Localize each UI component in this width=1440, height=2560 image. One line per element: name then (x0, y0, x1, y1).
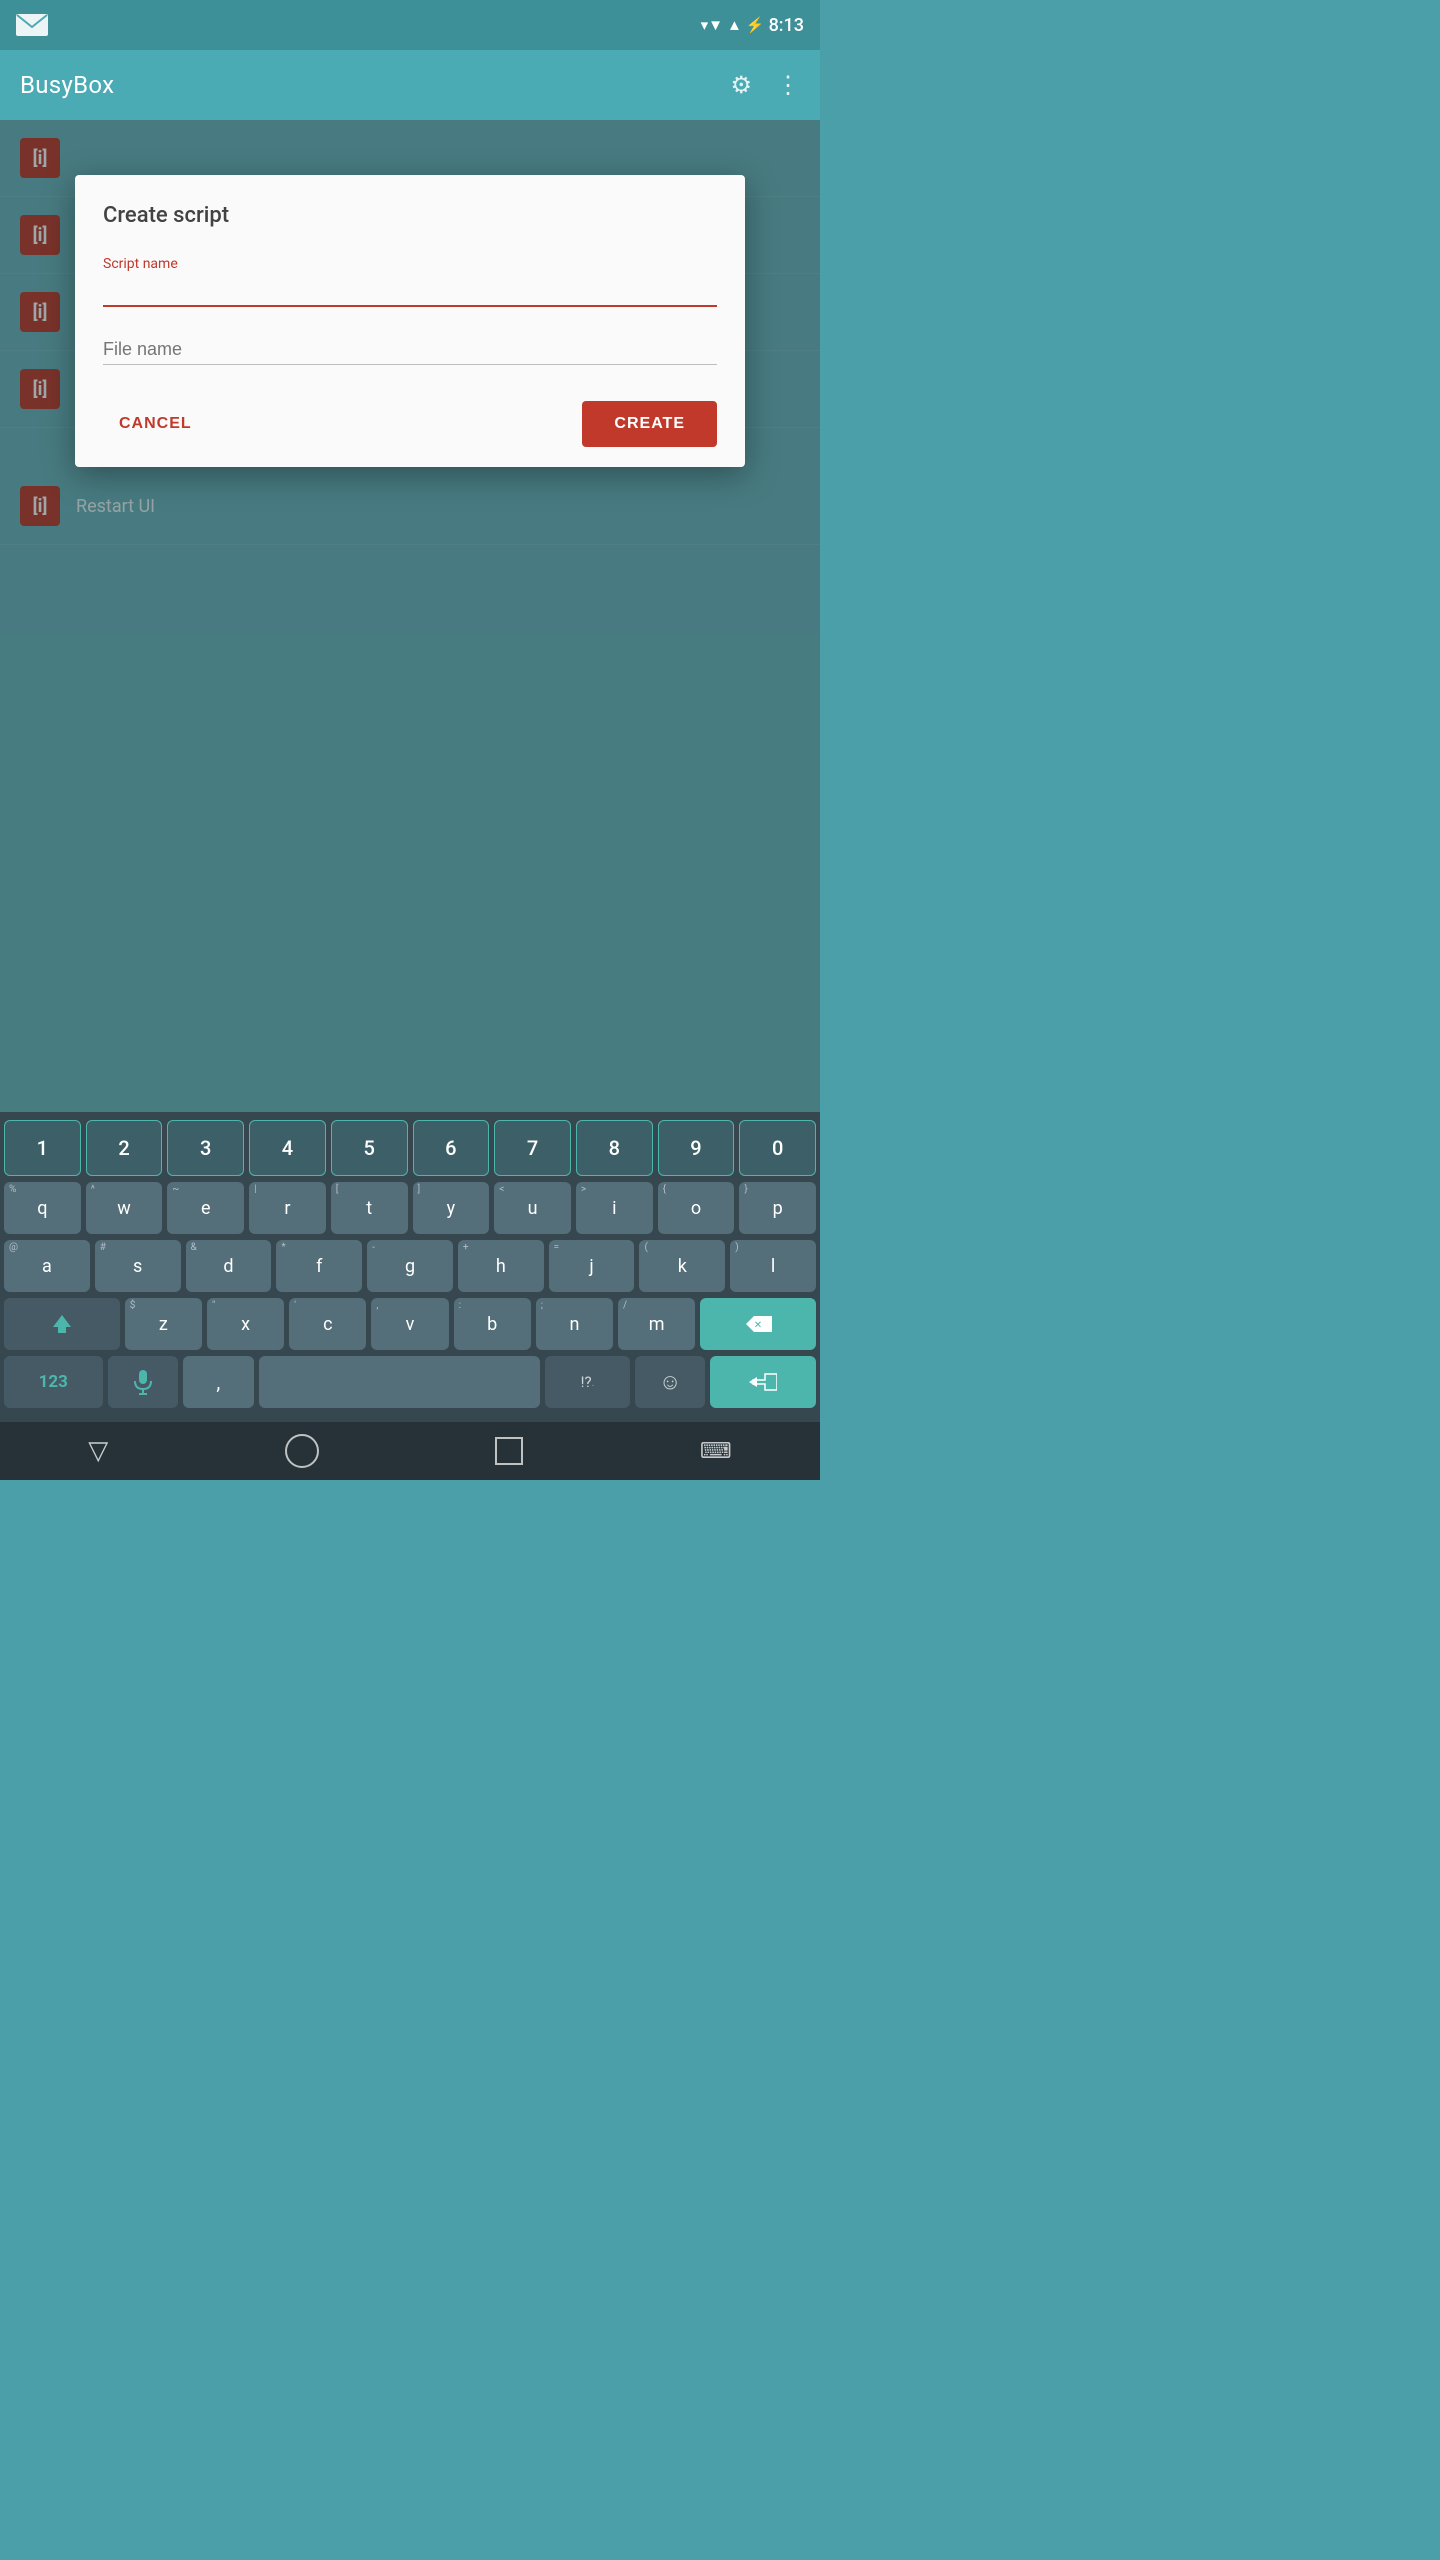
key-g[interactable]: -g (367, 1240, 453, 1292)
key-w[interactable]: ^w (86, 1182, 163, 1234)
keyboard-row-2: @a #s &d *f -g +h =j (k )l (4, 1240, 816, 1292)
recents-button[interactable] (495, 1437, 523, 1465)
key-o[interactable]: {o (658, 1182, 735, 1234)
navigation-bar: ▽ ⌨ (0, 1422, 820, 1480)
status-bar-left (16, 14, 48, 36)
key-l[interactable]: )l (730, 1240, 816, 1292)
cancel-button[interactable]: CANCEL (103, 405, 208, 443)
key-h[interactable]: +h (458, 1240, 544, 1292)
key-8[interactable]: 8 (576, 1120, 653, 1176)
status-icons: ▾▼ ▲ ⚡ 8:13 (701, 15, 804, 36)
emoji-key[interactable]: ☺ (635, 1356, 705, 1408)
keyboard: 1 2 3 4 5 6 7 8 9 0 %q ^w ~e |r [t ]y <u… (0, 1112, 820, 1422)
file-name-input[interactable] (103, 335, 717, 365)
script-name-input[interactable] (103, 276, 717, 307)
key-b[interactable]: :b (454, 1298, 531, 1350)
key-t[interactable]: [t (331, 1182, 408, 1234)
wifi-icon: ▾▼ (701, 16, 723, 34)
key-x[interactable]: "x (207, 1298, 284, 1350)
key-e[interactable]: ~e (167, 1182, 244, 1234)
key-k[interactable]: (k (639, 1240, 725, 1292)
key-3[interactable]: 3 (167, 1120, 244, 1176)
settings-icon[interactable]: ⚙ (730, 71, 752, 99)
space-key[interactable] (259, 1356, 541, 1408)
keyboard-number-row: 1 2 3 4 5 6 7 8 9 0 (4, 1120, 816, 1176)
key-m[interactable]: /m (618, 1298, 695, 1350)
more-options-icon[interactable]: ⋮ (776, 71, 800, 99)
key-4[interactable]: 4 (249, 1120, 326, 1176)
keyboard-toggle-button[interactable]: ⌨ (700, 1439, 732, 1464)
backspace-key[interactable]: ✕ (700, 1298, 816, 1350)
key-f[interactable]: *f (276, 1240, 362, 1292)
signal-icon: ▲ (727, 16, 742, 34)
create-button[interactable]: CREATE (582, 401, 717, 447)
keyboard-bottom-row: 123 , !?. ☺ (4, 1356, 816, 1408)
punct-key[interactable]: !?. (545, 1356, 630, 1408)
key-q[interactable]: %q (4, 1182, 81, 1234)
app-bar: BusyBox ⚙ ⋮ (0, 50, 820, 120)
key-n[interactable]: ;n (536, 1298, 613, 1350)
app-bar-actions: ⚙ ⋮ (730, 71, 800, 99)
key-a[interactable]: @a (4, 1240, 90, 1292)
key-r[interactable]: |r (249, 1182, 326, 1234)
shift-key[interactable] (4, 1298, 120, 1350)
dialog-actions: CANCEL CREATE (103, 393, 717, 447)
key-5[interactable]: 5 (331, 1120, 408, 1176)
backspace-icon: ✕ (744, 1314, 772, 1334)
key-j[interactable]: =j (549, 1240, 635, 1292)
key-6[interactable]: 6 (413, 1120, 490, 1176)
key-s[interactable]: #s (95, 1240, 181, 1292)
app-title: BusyBox (20, 71, 114, 99)
key-9[interactable]: 9 (658, 1120, 735, 1176)
key-0[interactable]: 0 (739, 1120, 816, 1176)
back-button[interactable]: ▽ (88, 1436, 108, 1466)
key-u[interactable]: <u (494, 1182, 571, 1234)
keyboard-row-3: $z "x 'c ,v :b ;n /m ✕ (4, 1298, 816, 1350)
key-z[interactable]: $z (125, 1298, 202, 1350)
shift-icon (51, 1313, 73, 1335)
key-d[interactable]: &d (186, 1240, 272, 1292)
key-y[interactable]: ]y (413, 1182, 490, 1234)
mic-icon (133, 1369, 153, 1395)
battery-icon: ⚡ (746, 16, 765, 34)
key-7[interactable]: 7 (494, 1120, 571, 1176)
key-p[interactable]: }p (739, 1182, 816, 1234)
key-2[interactable]: 2 (86, 1120, 163, 1176)
keyboard-row-1: %q ^w ~e |r [t ]y <u >i {o }p (4, 1182, 816, 1234)
svg-text:✕: ✕ (754, 1320, 762, 1331)
enter-key[interactable] (710, 1356, 816, 1408)
mic-key[interactable] (108, 1356, 178, 1408)
key-i[interactable]: >i (576, 1182, 653, 1234)
home-button[interactable] (285, 1434, 319, 1468)
time-display: 8:13 (769, 15, 804, 36)
create-script-dialog: Create script Script name CANCEL CREATE (75, 175, 745, 467)
key-1[interactable]: 1 (4, 1120, 81, 1176)
numbers-key[interactable]: 123 (4, 1356, 103, 1408)
key-c[interactable]: 'c (289, 1298, 366, 1350)
status-bar: ▾▼ ▲ ⚡ 8:13 (0, 0, 820, 50)
comma-key[interactable]: , (183, 1356, 253, 1408)
key-v[interactable]: ,v (371, 1298, 448, 1350)
enter-icon (749, 1372, 777, 1392)
dialog-title: Create script (103, 203, 717, 228)
mail-icon (16, 14, 48, 36)
script-name-label: Script name (103, 256, 717, 272)
